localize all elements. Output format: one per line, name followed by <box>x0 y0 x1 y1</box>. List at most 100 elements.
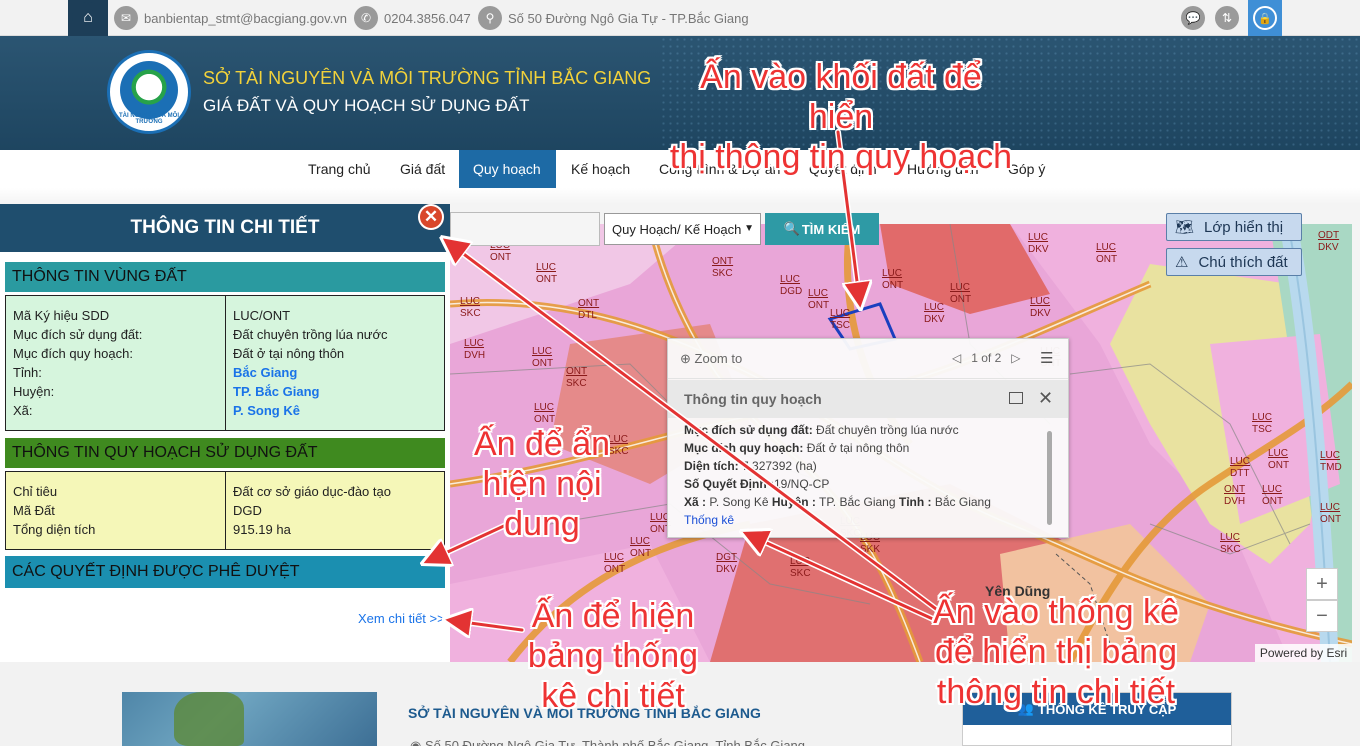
nav-item-land-price[interactable]: Giá đất <box>386 150 459 188</box>
search-type-select[interactable]: Quy Hoạch/ Kế Hoạch ▼ <box>604 213 761 245</box>
map-label-top: LUC <box>1230 456 1250 467</box>
close-panel-icon[interactable]: ✕ <box>418 204 444 230</box>
map-label-bottom: ONT <box>490 252 511 263</box>
email-contact[interactable]: ✉ banbientap_stmt@bacgiang.gov.vn <box>114 5 347 31</box>
map-label-top: ONT <box>712 256 733 267</box>
next-feature-icon[interactable]: ▷ <box>1011 351 1020 365</box>
map-label-bottom: SKC <box>1220 544 1241 555</box>
map-label-top: LUC <box>1030 296 1050 307</box>
map-label-top: ONT <box>1224 484 1245 495</box>
magnifier-plus-icon: ⊕ <box>680 351 691 366</box>
search-icon: 🔍 <box>783 221 800 236</box>
land-info-values: LUC/ONT Đất chuyên trồng lúa nước Đất ở … <box>226 296 444 430</box>
map-label-bottom: ONT <box>950 294 971 305</box>
map-label-bottom: ONT <box>532 358 553 369</box>
agency-logo[interactable]: TÀI NGUYÊN VÀ MÔI TRƯỜNG <box>107 50 191 134</box>
map-label-top: LUC <box>1096 242 1116 253</box>
popup-menu-icon[interactable]: ☰ <box>1040 349 1053 367</box>
popup-row-location: Xã : P. Song Kê Huyện : TP. Bắc Giang Tỉ… <box>684 495 991 509</box>
phone-contact: ✆ 0204.3856.047 <box>354 5 471 31</box>
section-land-info-table: Mã Ký hiệu SDD Mục đích sử dụng đất: Mục… <box>5 295 445 431</box>
zoom-to-label: Zoom to <box>694 351 743 366</box>
location-pin-icon: ◉ <box>410 738 422 746</box>
map-label-bottom: TSC <box>1252 424 1272 435</box>
dock-icon[interactable] <box>1009 392 1023 404</box>
value-planning-use: Đất ở tại nông thôn <box>233 346 345 361</box>
map-label-bottom: SKC <box>566 378 587 389</box>
popup-scrollbar[interactable] <box>1047 431 1052 525</box>
annotation-click-parcel: Ấn vào khối đất để hiển thị thông tin qu… <box>669 58 1013 176</box>
popup-title: Thông tin quy hoạch <box>684 391 822 407</box>
login-button[interactable]: 🔒 <box>1248 0 1282 36</box>
mail-icon: ✉ <box>114 6 138 30</box>
label-land-code: Mã Đất <box>13 503 55 518</box>
nav-item-plan[interactable]: Kế hoạch <box>557 150 644 188</box>
email-text: banbientap_stmt@bacgiang.gov.vn <box>144 10 348 26</box>
value-province-link[interactable]: Bắc Giang <box>233 363 437 382</box>
popup-close-icon[interactable]: ✕ <box>1038 388 1053 409</box>
annotation-show-table: Ấn để hiện bảng thống kê chi tiết <box>527 597 699 715</box>
zoom-in-button[interactable]: + <box>1306 568 1338 600</box>
search-button[interactable]: 🔍 TÌM KIẾM <box>765 213 879 245</box>
nav-item-home[interactable]: Trang chủ <box>294 150 385 188</box>
map-label-top: LUC <box>1320 450 1340 461</box>
map-layers-icon: 🗺 <box>1175 219 1195 236</box>
search-button-label: TÌM KIẾM <box>801 221 861 237</box>
home-button[interactable]: ⌂ <box>68 0 108 36</box>
map-label-bottom: DGD <box>780 286 802 297</box>
label-total-area: Tổng diện tích <box>13 522 96 537</box>
footer-address: ◉ Số 50 Đường Ngô Gia Tự, Thành phố Bắc … <box>410 738 805 746</box>
map-label-bottom: TMD <box>1320 462 1342 473</box>
map-label-top: LUC <box>950 282 970 293</box>
banner-subtitle: GIÁ ĐẤT VÀ QUY HOẠCH SỬ DỤNG ĐẤT <box>203 96 530 115</box>
label-province: Tỉnh: <box>13 365 42 380</box>
sitemap-button[interactable]: ⇅ <box>1211 2 1243 34</box>
chat-button[interactable]: 💬 <box>1177 2 1209 34</box>
label-sdd-code: Mã Ký hiệu SDD <box>13 308 110 323</box>
nav-item-planning[interactable]: Quy hoạch <box>459 150 556 188</box>
logo-text: TÀI NGUYÊN VÀ MÔI TRƯỜNG <box>118 113 179 125</box>
map-label-top: ODT <box>1318 230 1339 241</box>
map-label-bottom: DKV <box>924 314 945 325</box>
label-land-use: Mục đích sử dụng đất: <box>13 327 143 342</box>
section-planning-header[interactable]: THÔNG TIN QUY HOẠCH SỬ DỤNG ĐẤT <box>5 438 445 468</box>
legend-button[interactable]: ⚠ Chú thích đất <box>1166 248 1302 276</box>
map-label-bottom: ONT <box>604 564 625 575</box>
popup-zoom-to[interactable]: ⊕ Zoom to <box>680 351 742 367</box>
section-planning-table: Chỉ tiêu Mã Đất Tổng diện tích Đất cơ sở… <box>5 471 445 550</box>
view-details-link[interactable]: Xem chi tiết >> <box>358 611 445 626</box>
map-label-bottom: ONT <box>1096 254 1117 265</box>
layers-button[interactable]: 🗺 Lớp hiển thị <box>1166 213 1302 241</box>
address-contact: ⚲ Số 50 Đường Ngô Gia Tự - TP.Bắc Giang <box>478 5 749 31</box>
popup-row-area: Diện tích: 7.327392 (ha) <box>684 459 817 473</box>
value-district-link[interactable]: TP. Bắc Giang <box>233 382 437 401</box>
land-info-labels: Mã Ký hiệu SDD Mục đích sử dụng đất: Mục… <box>6 296 226 430</box>
map-label-top: LUC <box>830 308 850 319</box>
section-land-info-header[interactable]: THÔNG TIN VÙNG ĐẤT <box>5 262 445 292</box>
home-icon: ⌂ <box>72 2 104 34</box>
chevron-down-icon: ▼ <box>744 223 754 234</box>
chat-icon: 💬 <box>1181 6 1205 30</box>
nav-divider <box>0 188 1360 204</box>
map-label-top: LUC <box>534 402 554 413</box>
map-label-top: LUC <box>924 302 944 313</box>
map-label-bottom: DKV <box>716 564 737 575</box>
search-input[interactable] <box>450 212 600 246</box>
map-label-bottom: SKC <box>790 568 811 579</box>
map-label-top: LUC <box>604 552 624 563</box>
prev-feature-icon[interactable]: ◁ <box>952 351 961 365</box>
map-label-top: LUC <box>808 288 828 299</box>
map-label-top: LUC <box>1320 502 1340 513</box>
zoom-out-button[interactable]: − <box>1306 600 1338 632</box>
map-label-top: LUC <box>1252 412 1272 423</box>
phone-text: 0204.3856.047 <box>384 10 471 26</box>
section-decisions-header[interactable]: CÁC QUYẾT ĐỊNH ĐƯỢC PHÊ DUYỆT <box>5 556 445 588</box>
map-label-top: LUC <box>1028 232 1048 243</box>
logo-emblem <box>120 61 178 119</box>
popup-row-planning: Mục đích quy hoạch: Đất ở tại nông thôn <box>684 441 910 455</box>
map-label-top: LUC <box>532 346 552 357</box>
map-label-bottom: SKC <box>712 268 733 279</box>
value-commune-link[interactable]: P. Song Kê <box>233 401 437 420</box>
statistics-link[interactable]: Thống kê <box>684 511 1044 529</box>
map-label-top: LUC <box>630 536 650 547</box>
